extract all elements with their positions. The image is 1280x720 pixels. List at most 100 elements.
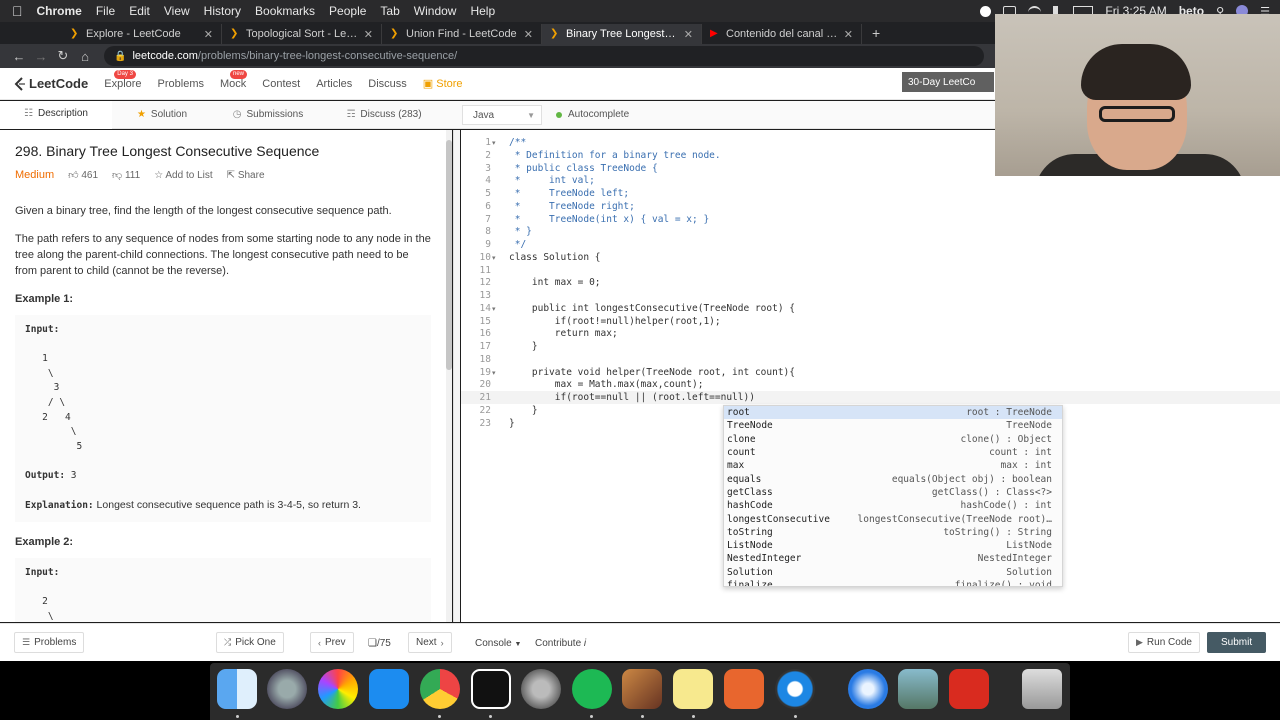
nav-mock[interactable]: Mock new (220, 69, 248, 90)
prev-button[interactable]: ‹ Prev (310, 632, 354, 653)
record-icon[interactable] (980, 5, 992, 17)
code-line[interactable]: public int longestConsecutive(TreeNode r… (509, 303, 795, 314)
nav-contest[interactable]: Contest (262, 78, 300, 90)
reload-icon[interactable]: ↻ (52, 48, 74, 64)
menu-people[interactable]: People (329, 4, 366, 18)
browser-tab-youtube[interactable]: ▶ Contenido del canal - YouTube S ✕ (702, 24, 862, 44)
run-code-button[interactable]: ▶ Run Code (1128, 632, 1200, 653)
code-line[interactable]: * } (509, 226, 532, 237)
apple-icon[interactable]:  (12, 3, 23, 19)
leetcode-logo[interactable]: LeetCode (14, 76, 88, 91)
code-line[interactable]: if(root==null || (root.left==null)) (509, 392, 755, 403)
next-button[interactable]: Next › (408, 632, 452, 653)
autocomplete-item[interactable]: max max : int (724, 459, 1062, 472)
garageband-icon[interactable] (622, 669, 662, 709)
code-line[interactable]: */ (509, 239, 526, 250)
nav-discuss[interactable]: Discuss (368, 78, 407, 90)
code-line[interactable]: } (509, 418, 515, 429)
app-store-icon[interactable] (369, 669, 409, 709)
autocomplete-item[interactable]: finalize finalize() : void (724, 579, 1062, 586)
code-line[interactable]: if(root!=null)helper(root,1); (509, 316, 721, 327)
submit-button[interactable]: Submit (1207, 632, 1267, 653)
autocomplete-item[interactable]: toString toString() : String (724, 526, 1062, 539)
tab-close-icon[interactable]: ✕ (364, 28, 373, 41)
code-line[interactable]: * public class TreeNode { (509, 163, 658, 174)
trash-icon[interactable] (1022, 669, 1062, 709)
new-tab-icon[interactable]: + (872, 25, 880, 41)
code-line[interactable]: } (509, 405, 538, 416)
code-line[interactable]: } (509, 341, 538, 352)
autocomplete-item[interactable]: root root : TreeNode (724, 406, 1062, 420)
browser-tab-union-find[interactable]: ❯ Union Find - LeetCode ✕ (382, 24, 542, 44)
preview-icon[interactable] (898, 669, 938, 709)
autocomplete-item[interactable]: hashCode hashCode() : int (724, 499, 1062, 512)
menu-window[interactable]: Window (414, 4, 457, 18)
code-line[interactable]: /** (509, 137, 526, 148)
tab-discuss[interactable]: ☶ Discuss (283) (324, 101, 444, 129)
chrome-icon[interactable] (420, 669, 460, 709)
tab-solution[interactable]: ★ Solution (112, 101, 212, 129)
fold-arrow-icon[interactable]: ▾ (492, 369, 496, 377)
tab-close-icon[interactable]: ✕ (524, 28, 533, 41)
pane-splitter[interactable] (453, 130, 460, 622)
code-line[interactable]: * TreeNode right; (509, 201, 635, 212)
acrobat-icon[interactable] (949, 669, 989, 709)
notes-icon[interactable] (673, 669, 713, 709)
fold-arrow-icon[interactable]: ▾ (492, 254, 496, 262)
photos-icon[interactable] (318, 669, 358, 709)
code-line[interactable]: * TreeNode left; (509, 188, 629, 199)
menu-view[interactable]: View (164, 4, 190, 18)
autocomplete-item[interactable]: NestedInteger NestedInteger (724, 552, 1062, 565)
fold-arrow-icon[interactable]: ▾ (492, 139, 496, 147)
description-scrollbar[interactable] (446, 130, 452, 622)
pick-one-button[interactable]: ⤮ Pick One (216, 632, 284, 653)
nav-store[interactable]: ▣ Store (423, 77, 463, 90)
dislike-button[interactable]: 👎︎ 111 (112, 169, 140, 181)
autocomplete-toggle[interactable]: Autocomplete (556, 109, 629, 120)
tab-close-icon[interactable]: ✕ (844, 28, 853, 41)
intellij-icon[interactable] (471, 669, 511, 709)
autocomplete-item[interactable]: equals equals(Object obj) : boolean (724, 472, 1062, 485)
scrollbar-thumb[interactable] (446, 140, 452, 370)
autocomplete-item[interactable]: count count : int (724, 446, 1062, 459)
back-arrow-icon[interactable]: ← (8, 49, 30, 64)
menu-history[interactable]: History (204, 4, 241, 18)
code-line[interactable]: class Solution { (509, 252, 601, 263)
menu-help[interactable]: Help (470, 4, 495, 18)
browser-tab-explore[interactable]: ❯ Explore - LeetCode ✕ (62, 24, 222, 44)
contribute-link[interactable]: Contribute i (535, 638, 586, 649)
browser-tab-topological-sort[interactable]: ❯ Topological Sort - LeetCode ✕ (222, 24, 382, 44)
sourcetree-icon[interactable] (724, 669, 764, 709)
autocomplete-item[interactable]: getClass getClass() : Class<?> (724, 486, 1062, 499)
tab-close-icon[interactable]: ✕ (684, 28, 693, 41)
autocomplete-item[interactable]: TreeNode TreeNode (724, 419, 1062, 432)
menu-edit[interactable]: Edit (129, 4, 150, 18)
code-line[interactable]: * TreeNode(int x) { val = x; } (509, 214, 709, 225)
quicktime-icon[interactable] (775, 669, 815, 709)
autocomplete-item[interactable]: longestConsecutive longestConsecutive(Tre… (724, 512, 1062, 525)
tab-description[interactable]: ☷ Description (0, 100, 112, 129)
spotify-icon[interactable] (572, 669, 612, 709)
launchpad-icon[interactable] (267, 669, 307, 709)
tab-close-icon[interactable]: ✕ (204, 28, 213, 41)
home-icon[interactable]: ⌂ (74, 49, 96, 64)
share-button[interactable]: ⇱ Share (227, 170, 265, 181)
add-to-list-button[interactable]: ☆ Add to List (154, 170, 212, 181)
language-select[interactable]: Java ▼ (462, 105, 542, 125)
code-line[interactable]: int max = 0; (509, 277, 601, 288)
code-line[interactable]: max = Math.max(max,count); (509, 379, 704, 390)
problems-button[interactable]: ☰ Problems (14, 632, 85, 653)
code-line[interactable]: * Definition for a binary tree node. (509, 150, 721, 161)
safari-icon[interactable] (848, 669, 888, 709)
nav-explore[interactable]: Explore Day 3 (104, 69, 142, 90)
autocomplete-item[interactable]: Solution Solution (724, 566, 1062, 579)
console-toggle[interactable]: Console ▼ (475, 638, 521, 649)
challenge-promo-banner[interactable]: 30-Day LeetCo (902, 72, 994, 92)
menu-app[interactable]: Chrome (37, 4, 82, 18)
menu-file[interactable]: File (96, 4, 115, 18)
nav-articles[interactable]: Articles (316, 78, 352, 90)
system-preferences-icon[interactable] (521, 669, 561, 709)
url-field[interactable]: 🔒 leetcode.com /problems/binary-tree-lon… (104, 46, 984, 66)
code-line[interactable]: private void helper(TreeNode root, int c… (509, 367, 795, 378)
menu-tab[interactable]: Tab (380, 4, 399, 18)
